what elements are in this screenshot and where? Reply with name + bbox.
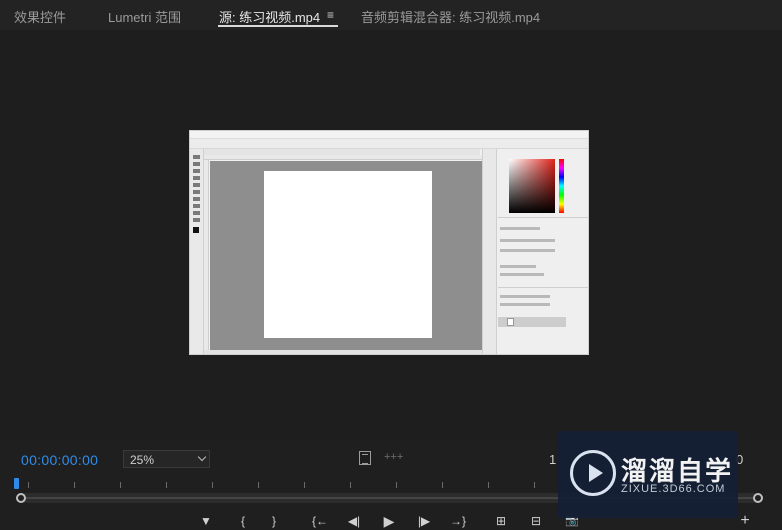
- frame-hue-slider: [559, 159, 564, 213]
- add-marker-button[interactable]: ▼: [199, 513, 213, 529]
- zoom-scrollbar-left-handle[interactable]: [16, 493, 26, 503]
- panel-tab-bar: 效果控件 Lumetri 范围 源: 练习视频.mp4 ≡ 音频剪辑混合器: 练…: [0, 0, 782, 30]
- tab-lumetri-scopes[interactable]: Lumetri 范围: [108, 7, 181, 26]
- button-editor-add-button[interactable]: +: [738, 513, 752, 529]
- tab-source-monitor[interactable]: 源: 练习视频.mp4: [219, 7, 320, 26]
- mark-in-button[interactable]: {: [237, 513, 249, 529]
- frame-ruler-vertical: [204, 160, 209, 350]
- mark-out-button[interactable]: }: [268, 513, 280, 529]
- go-to-in-button[interactable]: {←: [310, 513, 330, 529]
- chevron-down-icon: [197, 452, 207, 462]
- active-tab-underline: [218, 25, 338, 27]
- zoom-scrollbar-right-handle[interactable]: [753, 493, 763, 503]
- duration-timecode: 1: [549, 452, 557, 467]
- watermark-logo-icon: [570, 450, 616, 496]
- tab-effect-controls[interactable]: 效果控件: [14, 7, 66, 26]
- playhead-timecode[interactable]: 00:00:00:00: [21, 452, 98, 468]
- overwrite-button[interactable]: ⊟: [527, 513, 545, 529]
- fit-frame-icon[interactable]: [359, 451, 371, 465]
- watermark-url: ZIXUE.3D66.COM: [621, 483, 726, 495]
- frame-panel-strip: [482, 149, 496, 354]
- step-back-button[interactable]: ◀|: [345, 513, 363, 529]
- frame-color-picker: [509, 159, 555, 213]
- step-forward-button[interactable]: |▶: [415, 513, 433, 529]
- zoom-level-value: 25%: [130, 453, 155, 467]
- video-frame: [189, 130, 589, 355]
- frame-layer-thumb: [507, 318, 514, 326]
- frame-document: [264, 171, 432, 338]
- frame-ruler-horizontal: [204, 155, 482, 160]
- tab-audio-clip-mixer[interactable]: 音频剪辑混合器: 练习视频.mp4: [361, 7, 540, 26]
- frame-toolbar: [190, 149, 204, 354]
- playhead-handle[interactable]: [14, 478, 19, 489]
- frame-optionsbar: [190, 139, 588, 149]
- go-to-out-button[interactable]: →}: [448, 513, 468, 529]
- insert-button[interactable]: ⊞: [492, 513, 510, 529]
- watermark-overlay: 溜溜自学 ZIXUE.3D66.COM: [558, 431, 738, 518]
- play-button[interactable]: ▶: [381, 513, 397, 529]
- tab-menu-icon[interactable]: ≡: [327, 8, 334, 22]
- frame-menubar: [190, 131, 588, 139]
- frame-statusbar: [204, 350, 482, 354]
- drag-video-icon[interactable]: +++: [384, 451, 403, 463]
- zoom-level-select[interactable]: 25%: [123, 450, 210, 468]
